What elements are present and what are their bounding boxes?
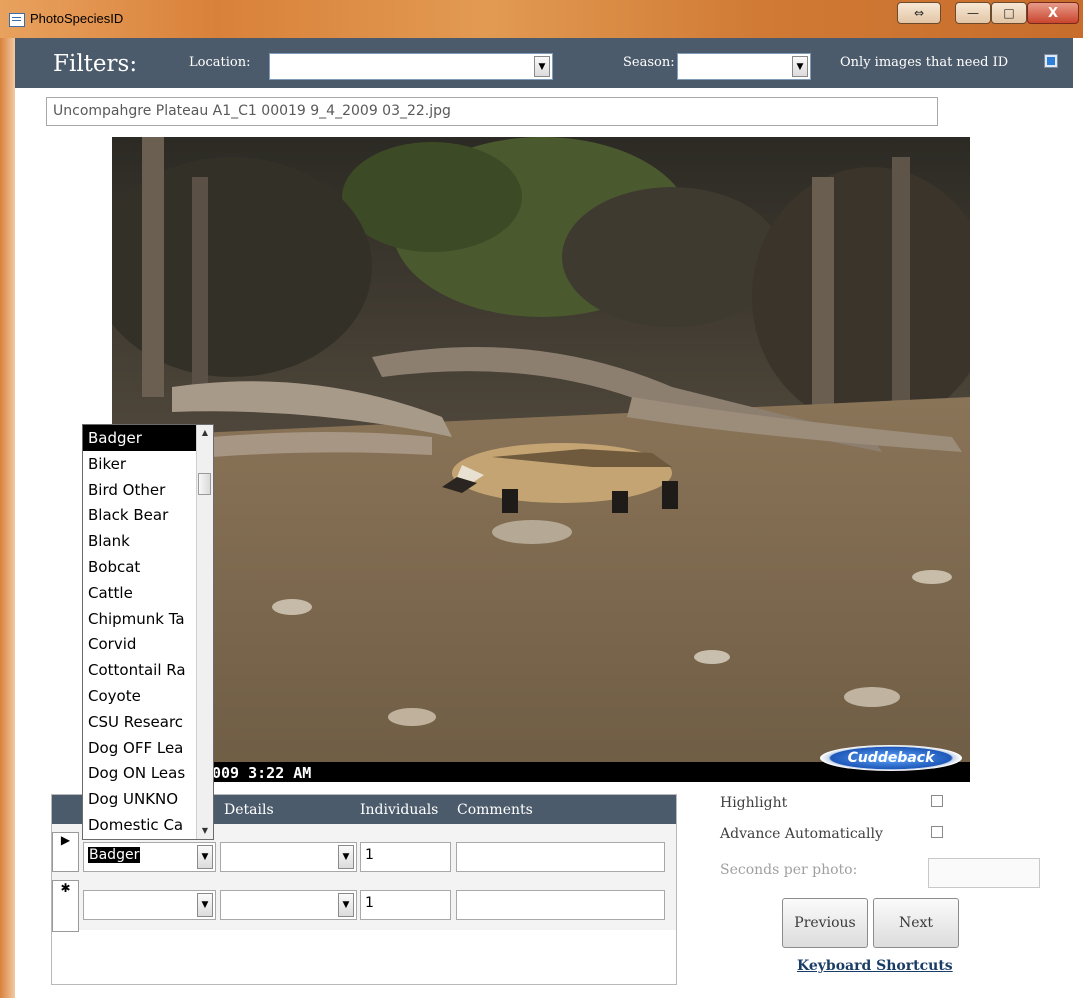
- species-option[interactable]: Cottontail Ra: [83, 657, 198, 683]
- filters-bar: Filters: Location: ▼ Season: ▼ Only imag…: [15, 38, 1073, 88]
- filters-heading: Filters:: [53, 51, 138, 77]
- details-column-header: Details: [224, 802, 274, 818]
- highlight-checkbox[interactable]: [931, 795, 943, 807]
- species-option[interactable]: Badger: [83, 425, 198, 451]
- chevron-down-icon[interactable]: ▼: [792, 56, 808, 77]
- species-option[interactable]: Corvid: [83, 631, 198, 657]
- species-option[interactable]: Cattle: [83, 580, 198, 606]
- image-filename: Uncompahgre Plateau A1_C1 00019 9_4_2009…: [46, 97, 938, 126]
- form-icon: [9, 13, 25, 27]
- new-individuals-field[interactable]: 1: [360, 890, 451, 920]
- comments-column-header: Comments: [457, 802, 533, 818]
- location-combo[interactable]: ▼: [269, 53, 553, 80]
- species-option[interactable]: Bobcat: [83, 554, 198, 580]
- chevron-down-icon[interactable]: ▼: [338, 893, 354, 917]
- species-option[interactable]: Dog UNKNO: [83, 786, 198, 812]
- chevron-down-icon[interactable]: ▼: [197, 893, 213, 917]
- new-comments-field[interactable]: [456, 890, 665, 920]
- trail-camera-photo: 009 3:22 AM Cuddeback: [112, 137, 970, 782]
- restore-size-button[interactable]: ⇔: [897, 2, 941, 24]
- species-option[interactable]: Biker: [83, 451, 198, 477]
- photo-timestamp: 009 3:22 AM: [212, 764, 312, 782]
- season-label: Season:: [623, 55, 675, 70]
- double-arrow-icon: ⇔: [913, 6, 925, 20]
- window-frame: [0, 38, 15, 998]
- new-details-combo[interactable]: ▼: [220, 890, 357, 920]
- needs-id-checkbox[interactable]: [1044, 54, 1058, 68]
- scroll-up-icon[interactable]: ▲: [197, 425, 213, 441]
- current-record-selector[interactable]: ▶: [52, 832, 79, 872]
- species-option[interactable]: Chipmunk Ta: [83, 606, 198, 632]
- species-options: Badger Biker Bird Other Black Bear Blank Bobc…: [83, 425, 198, 838]
- previous-button[interactable]: Previous: [782, 898, 868, 948]
- season-combo[interactable]: ▼: [677, 53, 811, 80]
- individuals-field[interactable]: 1: [360, 842, 451, 872]
- seconds-label: Seconds per photo:: [720, 862, 858, 878]
- chevron-down-icon[interactable]: ▼: [534, 56, 550, 77]
- next-button[interactable]: Next: [873, 898, 959, 948]
- seconds-field[interactable]: [928, 858, 1040, 888]
- window-title: PhotoSpeciesID: [30, 11, 124, 26]
- maximize-button[interactable]: □: [991, 2, 1027, 24]
- highlight-label: Highlight: [720, 795, 788, 811]
- title-bar: PhotoSpeciesID ⇔ — □ X: [0, 0, 1083, 38]
- minimize-icon: —: [967, 6, 979, 20]
- species-dropdown-list[interactable]: Badger Biker Bird Other Black Bear Blank Bobc…: [82, 424, 214, 840]
- advance-label: Advance Automatically: [720, 826, 883, 842]
- maximize-icon: □: [1003, 6, 1015, 20]
- new-record-selector[interactable]: ✱: [52, 880, 79, 932]
- species-option[interactable]: Blank: [83, 528, 198, 554]
- needs-id-label: Only images that need ID: [840, 55, 1009, 70]
- new-species-combo[interactable]: ▼: [83, 890, 216, 920]
- advance-checkbox[interactable]: [931, 826, 943, 838]
- species-option[interactable]: Bird Other: [83, 477, 198, 503]
- species-option[interactable]: Coyote: [83, 683, 198, 709]
- close-button[interactable]: X: [1027, 2, 1079, 24]
- details-combo[interactable]: ▼: [220, 842, 357, 872]
- cuddeback-logo: Cuddeback: [820, 745, 962, 771]
- chevron-down-icon[interactable]: ▼: [197, 845, 213, 869]
- location-label: Location:: [189, 55, 251, 70]
- species-option[interactable]: Domestic Ca: [83, 812, 198, 838]
- keyboard-shortcuts-link[interactable]: Keyboard Shortcuts: [797, 958, 953, 974]
- species-option[interactable]: CSU Researc: [83, 709, 198, 735]
- species-option[interactable]: Dog OFF Lea: [83, 735, 198, 761]
- photo-scene: [112, 137, 970, 782]
- dropdown-scrollbar[interactable]: ▲ ▼: [196, 425, 213, 839]
- close-icon: X: [1047, 5, 1059, 21]
- species-combo[interactable]: Badger ▼: [83, 842, 216, 872]
- scroll-down-icon[interactable]: ▼: [197, 823, 213, 839]
- minimize-button[interactable]: —: [955, 2, 991, 24]
- individuals-column-header: Individuals: [360, 802, 439, 818]
- species-option[interactable]: Dog ON Leas: [83, 760, 198, 786]
- chevron-down-icon[interactable]: ▼: [338, 845, 354, 869]
- species-value: Badger: [88, 847, 141, 863]
- scroll-thumb[interactable]: [198, 473, 211, 495]
- comments-field[interactable]: [456, 842, 665, 872]
- species-option[interactable]: Black Bear: [83, 502, 198, 528]
